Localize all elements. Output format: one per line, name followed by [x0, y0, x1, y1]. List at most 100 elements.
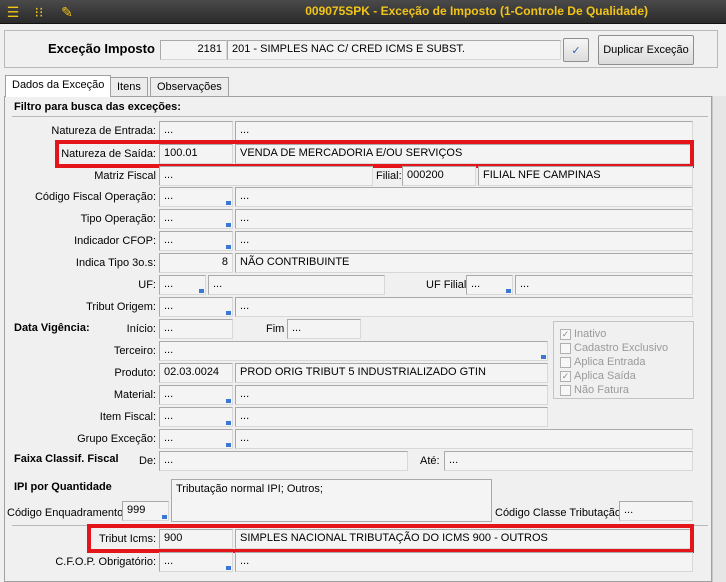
item-fiscal-desc: ... [235, 407, 548, 427]
checkbox-checked-icon: ✓ [560, 328, 571, 340]
tribut-origem-code[interactable]: ... [159, 297, 233, 317]
check-icon: ✓ [571, 44, 581, 57]
excecao-label: Exceção Imposto [48, 41, 155, 56]
uf-label: UF: [138, 279, 156, 291]
material-label: Material: [113, 389, 156, 401]
tab-itens[interactable]: Itens [110, 77, 148, 97]
inicio-field[interactable]: ... [159, 319, 233, 339]
material-desc: ... [235, 385, 548, 405]
faixa-classif-label: Faixa Classif. Fiscal [14, 453, 119, 465]
tipo-operacao-desc: ... [235, 209, 693, 229]
codigo-classe-tributacao-label: Código Classe Tributação [495, 507, 621, 519]
flags-group: ✓ Inativo Cadastro Exclusivo Aplica Entra… [553, 321, 694, 399]
faixa-de-label: De: [139, 455, 157, 467]
vertical-scrollbar[interactable] [712, 96, 726, 582]
codigo-fiscal-operacao-code[interactable]: ... [159, 187, 233, 207]
uf-filial-label: UF Filial [426, 279, 467, 291]
highlight-natureza-saida [55, 140, 694, 168]
uf-desc: ... [208, 275, 385, 295]
cfop-obrigatorio-code[interactable]: ... [159, 552, 233, 572]
natureza-entrada-label: Natureza de Entrada: [51, 125, 156, 137]
faixa-ate-field[interactable]: ... [444, 451, 693, 471]
indicador-cfop-code[interactable]: ... [159, 231, 233, 251]
matriz-fiscal-field[interactable]: ... [159, 166, 373, 186]
natureza-entrada-code[interactable]: ... [159, 121, 233, 141]
indica-tipo-desc: NÃO CONTRIBUINTE [235, 253, 693, 273]
uf-code[interactable]: ... [159, 275, 206, 295]
terceiro-field[interactable]: ... [159, 341, 548, 361]
wrench-icon[interactable]: ✎ [58, 3, 76, 21]
lookup-icon [506, 289, 511, 293]
produto-code[interactable]: 02.03.0024 [159, 363, 233, 383]
checkbox-checked-icon: ✓ [560, 370, 571, 382]
produto-label: Produto: [114, 367, 156, 379]
duplicate-exception-button[interactable]: Duplicar Exceção [598, 35, 694, 65]
codigo-fiscal-operacao-desc: ... [235, 187, 693, 207]
checkbox-nao-fatura[interactable]: Não Fatura [560, 383, 629, 397]
filial-desc: FILIAL NFE CAMPINAS [478, 166, 693, 186]
checkbox-inativo[interactable]: ✓ Inativo [560, 327, 606, 341]
indicador-cfop-label: Indicador CFOP: [74, 235, 156, 247]
ipi-enquadramento-memo: Tributação normal IPI; Outros; [171, 479, 492, 522]
filial-code[interactable]: 000200 [402, 166, 476, 186]
faixa-de-field[interactable]: ... [159, 451, 408, 471]
lookup-icon [199, 289, 204, 293]
codigo-fiscal-operacao-label: Código Fiscal Operação: [34, 191, 156, 203]
tribut-origem-label: Tribut Origem: [86, 301, 156, 313]
indica-tipo-code[interactable]: 8 [159, 253, 233, 273]
tribut-origem-desc: ... [235, 297, 693, 317]
cfop-obrigatorio-desc: ... [235, 552, 693, 572]
grupo-excecao-desc: ... [235, 429, 693, 449]
fim-label: Fim [266, 323, 285, 335]
tab-dados-excecao[interactable]: Dados da Exceção [5, 75, 112, 97]
lookup-icon [226, 399, 231, 403]
checkbox-cadastro-exclusivo[interactable]: Cadastro Exclusivo [560, 341, 668, 355]
item-fiscal-label: Item Fiscal: [99, 411, 156, 423]
inicio-label: Início: [126, 323, 156, 335]
tipo-operacao-code[interactable]: ... [159, 209, 233, 229]
indicador-cfop-desc: ... [235, 231, 693, 251]
confirm-button[interactable]: ✓ [563, 38, 589, 62]
uf-filial-code[interactable]: ... [466, 275, 513, 295]
codigo-enquadramento-field[interactable]: 999 [122, 501, 169, 521]
material-code[interactable]: ... [159, 385, 233, 405]
grupo-excecao-code[interactable]: ... [159, 429, 233, 449]
traffic-light-icon[interactable]: ⁝⁝ [30, 3, 48, 21]
lookup-icon [226, 245, 231, 249]
fim-field[interactable]: ... [287, 319, 361, 339]
excecao-description-field[interactable]: 201 - SIMPLES NAC C/ CRED ICMS E SUBST. [227, 40, 561, 60]
uf-filial-desc: ... [515, 275, 693, 295]
data-vigencia-label: Data Vigência: [14, 322, 90, 334]
filter-section-title: Filtro para busca das exceções: [14, 101, 181, 113]
terceiro-label: Terceiro: [113, 345, 156, 357]
lookup-icon [226, 443, 231, 447]
tab-observacoes[interactable]: Observações [150, 77, 229, 97]
produto-desc: PROD ORIG TRIBUT 5 INDUSTRIALIZADO GTIN [235, 363, 548, 383]
ipi-quantidade-label: IPI por Quantidade [14, 481, 112, 493]
checkbox-aplica-saida[interactable]: ✓ Aplica Saída [560, 369, 636, 383]
lookup-icon [541, 355, 546, 359]
window-titlebar: ☰ ⁝⁝ ✎ 009075SPK - Exceção de Imposto (1… [0, 0, 726, 24]
tipo-operacao-label: Tipo Operação: [80, 213, 156, 225]
lookup-icon [226, 201, 231, 205]
divider [12, 116, 708, 117]
cfop-obrigatorio-label: C.F.O.P. Obrigatório: [55, 556, 156, 568]
filial-label: Filial: [376, 170, 402, 182]
checkbox-aplica-entrada[interactable]: Aplica Entrada [560, 355, 646, 369]
natureza-entrada-desc: ... [235, 121, 693, 141]
matriz-fiscal-label: Matriz Fiscal [94, 170, 156, 182]
menu-icon[interactable]: ☰ [4, 3, 22, 21]
grupo-excecao-label: Grupo Exceção: [77, 433, 156, 445]
item-fiscal-code[interactable]: ... [159, 407, 233, 427]
lookup-icon [226, 223, 231, 227]
lookup-icon [226, 566, 231, 570]
lookup-icon [226, 311, 231, 315]
codigo-classe-tributacao-field[interactable]: ... [619, 501, 693, 521]
highlight-tribut-icms [87, 524, 694, 553]
faixa-ate-label: Até: [420, 455, 440, 467]
window-title: 009075SPK - Exceção de Imposto (1-Contro… [305, 4, 648, 18]
codigo-enquadramento-label: Código Enquadramento [7, 507, 124, 519]
lookup-icon [226, 421, 231, 425]
excecao-code-field[interactable]: 2181 [160, 40, 227, 60]
indica-tipo-label: Indica Tipo 3o.s: [75, 257, 156, 269]
